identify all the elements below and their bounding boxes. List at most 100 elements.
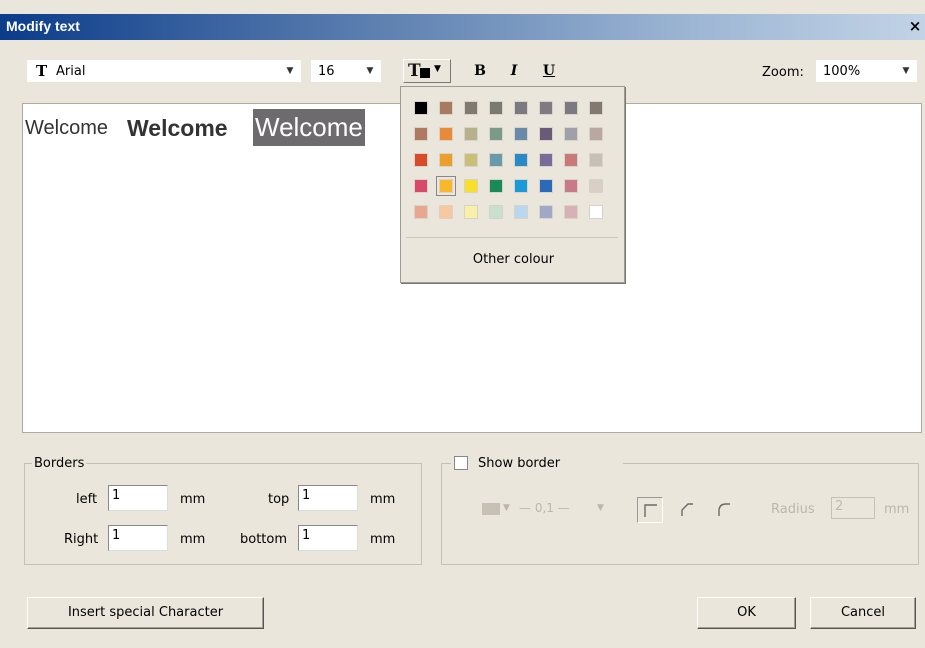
color-swatch[interactable]: [564, 205, 578, 219]
zoom-label: Zoom:: [762, 65, 804, 80]
color-swatch[interactable]: [489, 127, 503, 141]
bottom-border-input[interactable]: 1: [298, 525, 358, 551]
border-color-swatch: [482, 503, 500, 515]
color-swatch[interactable]: [514, 127, 528, 141]
insert-special-character-button[interactable]: Insert special Character: [27, 597, 264, 629]
color-swatch[interactable]: [414, 205, 428, 219]
round-corner-icon: [718, 503, 730, 516]
bold-button[interactable]: B: [469, 60, 491, 82]
unit-label: mm: [370, 532, 396, 547]
other-colour-button[interactable]: Other colour: [401, 252, 626, 267]
font-icon: T: [36, 62, 48, 80]
color-swatch[interactable]: [464, 153, 478, 167]
show-border-label: Show border: [478, 456, 561, 471]
font-size-select[interactable]: 16 ▼: [311, 60, 381, 82]
text-word-regular: Welcome: [25, 117, 108, 139]
color-swatch[interactable]: [436, 176, 456, 196]
color-swatch[interactable]: [589, 179, 603, 193]
chevron-down-icon: ▼: [902, 66, 910, 76]
color-swatch[interactable]: [464, 101, 478, 115]
close-icon[interactable]: ×: [907, 18, 923, 35]
cancel-button[interactable]: Cancel: [810, 597, 916, 629]
color-swatch[interactable]: [439, 205, 453, 219]
chevron-down-icon: ▼: [286, 66, 294, 76]
color-palette-popup: Other colour: [400, 86, 625, 283]
bevel-corner-icon: [681, 503, 693, 516]
italic-button[interactable]: I: [503, 60, 525, 82]
color-swatch[interactable]: [464, 205, 478, 219]
radius-input: 2: [831, 497, 875, 519]
chevron-down-icon: ▼: [366, 66, 374, 76]
unit-label: mm: [884, 502, 910, 517]
color-swatch[interactable]: [589, 205, 603, 219]
color-swatch[interactable]: [539, 179, 553, 193]
top-border-input[interactable]: 1: [298, 485, 358, 511]
color-swatch[interactable]: [489, 179, 503, 193]
ok-button[interactable]: OK: [697, 597, 796, 629]
color-swatch[interactable]: [514, 179, 528, 193]
zoom-value: 100%: [823, 64, 861, 79]
text-color-button[interactable]: T ▼: [403, 59, 451, 83]
color-swatch[interactable]: [414, 127, 428, 141]
left-border-input[interactable]: 1: [108, 485, 168, 511]
color-swatch[interactable]: [414, 179, 428, 193]
borders-group-label: Borders: [32, 456, 87, 471]
palette-divider: [406, 237, 618, 238]
color-swatch[interactable]: [414, 153, 428, 167]
unit-label: mm: [370, 492, 396, 507]
color-swatch[interactable]: [439, 127, 453, 141]
color-swatch[interactable]: [539, 205, 553, 219]
color-swatch[interactable]: [564, 179, 578, 193]
unit-label: mm: [180, 532, 206, 547]
show-border-checkbox[interactable]: [454, 456, 468, 470]
color-swatch[interactable]: [489, 153, 503, 167]
color-swatch[interactable]: [489, 205, 503, 219]
chevron-down-icon: ▼: [503, 503, 510, 513]
color-swatch[interactable]: [464, 179, 478, 193]
color-swatch-indicator: [420, 68, 430, 78]
color-swatch[interactable]: [539, 153, 553, 167]
radius-label: Radius: [771, 502, 815, 517]
font-family-value: Arial: [56, 64, 86, 79]
underline-button[interactable]: U: [538, 60, 560, 82]
text-color-icon: T: [408, 61, 421, 81]
title-bar: Modify text ×: [0, 14, 925, 40]
borders-group: [24, 463, 422, 565]
right-border-input[interactable]: 1: [108, 525, 168, 551]
chevron-down-icon: ▼: [434, 64, 441, 74]
color-swatch[interactable]: [464, 127, 478, 141]
window-title: Modify text: [6, 18, 80, 34]
color-swatch[interactable]: [439, 153, 453, 167]
font-size-value: 16: [318, 64, 335, 79]
show-border-toggle[interactable]: Show border: [451, 455, 623, 473]
top-label: top: [268, 492, 290, 507]
color-swatch[interactable]: [414, 101, 428, 115]
color-swatch[interactable]: [514, 153, 528, 167]
left-label: left: [76, 492, 98, 507]
color-swatch[interactable]: [564, 127, 578, 141]
text-word-bold: Welcome: [127, 115, 228, 141]
color-swatch[interactable]: [489, 101, 503, 115]
font-family-select[interactable]: T Arial ▼: [27, 60, 301, 82]
color-swatch[interactable]: [589, 101, 603, 115]
zoom-select[interactable]: 100% ▼: [816, 60, 917, 82]
color-swatch[interactable]: [539, 101, 553, 115]
color-swatch[interactable]: [514, 205, 528, 219]
unit-label: mm: [180, 492, 206, 507]
bottom-label: bottom: [240, 532, 288, 547]
bevel-corner-button: [674, 497, 700, 523]
chevron-down-icon: ▼: [597, 503, 604, 513]
color-swatch[interactable]: [514, 101, 528, 115]
square-corner-button: [637, 497, 663, 523]
square-corner-icon: [644, 504, 657, 517]
round-corner-button: [711, 497, 737, 523]
color-swatch[interactable]: [589, 127, 603, 141]
color-swatch[interactable]: [439, 101, 453, 115]
color-swatch[interactable]: [564, 101, 578, 115]
color-swatch[interactable]: [539, 127, 553, 141]
color-swatch[interactable]: [589, 153, 603, 167]
right-label: Right: [64, 532, 99, 547]
color-swatch[interactable]: [564, 153, 578, 167]
line-width-select: — 0,1 —: [519, 501, 570, 515]
text-word-selected: Welcome: [253, 109, 365, 146]
